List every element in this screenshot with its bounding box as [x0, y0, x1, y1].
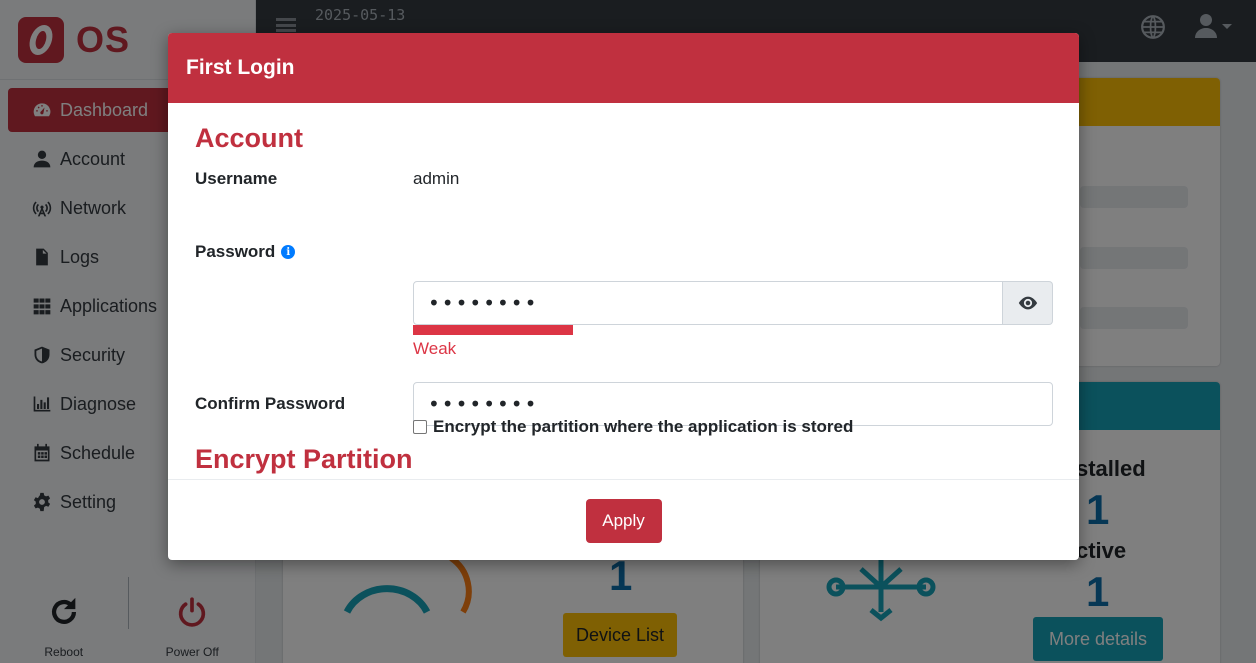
modal-footer: Apply: [168, 479, 1079, 560]
username-value: admin: [413, 169, 460, 188]
password-label: Password i: [195, 242, 296, 262]
password-input[interactable]: ••••••••: [413, 281, 1003, 325]
eye-icon: [1018, 296, 1037, 310]
password-strength-bar: [413, 325, 573, 335]
password-strength-text: Weak: [413, 339, 457, 358]
encrypt-partition-label[interactable]: Encrypt the partition where the applicat…: [433, 417, 853, 437]
info-icon[interactable]: i: [281, 245, 296, 259]
account-section-title: Account: [195, 123, 303, 153]
toggle-password-visibility-button[interactable]: [1003, 281, 1053, 325]
modal-title: First Login: [186, 56, 295, 79]
username-label: Username: [195, 169, 277, 189]
encrypt-section-title: Encrypt Partition: [195, 444, 413, 474]
confirm-password-label: Confirm Password: [195, 394, 345, 414]
password-label-text: Password: [195, 242, 276, 261]
encrypt-partition-option: Encrypt the partition where the applicat…: [413, 417, 853, 437]
username-label-text: Username: [195, 169, 278, 188]
first-login-modal: First Login Account Username admin Passw…: [168, 33, 1079, 560]
modal-header: First Login: [168, 33, 1079, 103]
confirm-password-label-text: Confirm Password: [195, 394, 346, 413]
apply-button[interactable]: Apply: [585, 499, 662, 543]
encrypt-partition-checkbox[interactable]: [413, 420, 427, 434]
